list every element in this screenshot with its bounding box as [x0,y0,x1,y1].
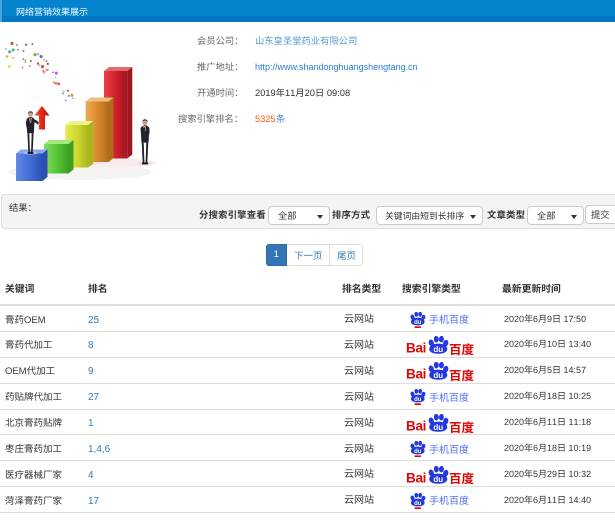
svg-text:Bai: Bai [406,341,426,356]
svg-text:du: du [433,423,443,432]
svg-text:Bai: Bai [406,367,426,382]
svg-text:du: du [414,449,422,455]
svg-text:Bai: Bai [406,418,426,433]
svg-text:Bai: Bai [406,470,426,485]
svg-text:du: du [414,397,422,403]
svg-text:du: du [414,501,422,507]
svg-text:du: du [433,475,443,484]
svg-text:du: du [433,346,443,355]
svg-text:du: du [414,320,422,326]
svg-text:du: du [433,371,443,380]
